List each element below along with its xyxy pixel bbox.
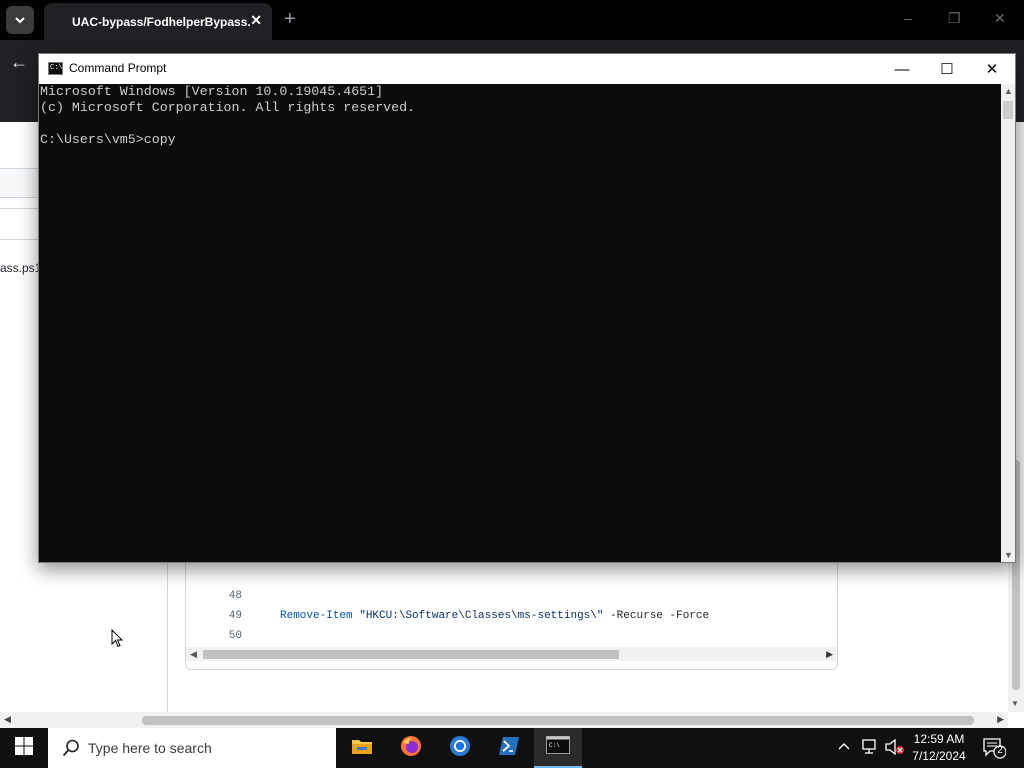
tab-list-button[interactable]	[6, 6, 34, 34]
taskbar-search-box[interactable]: Type here to search	[48, 728, 336, 768]
scroll-up-icon[interactable]: ▲	[1004, 86, 1013, 96]
taskbar-command-prompt[interactable]: C:\	[534, 728, 582, 768]
scrollbar-thumb[interactable]	[142, 716, 974, 725]
console-vertical-scrollbar[interactable]: ▲ ▼	[1001, 84, 1015, 562]
cmd-app-icon: C:\	[48, 62, 63, 75]
tray-chevron-up-icon[interactable]	[838, 738, 850, 753]
taskbar-powershell[interactable]	[485, 728, 533, 768]
console-line: Microsoft Windows [Version 10.0.19045.46…	[40, 84, 384, 99]
minimize-button[interactable]: —	[879, 54, 925, 84]
page-horizontal-scrollbar[interactable]: ◀ ▶	[0, 712, 1008, 728]
new-tab-button[interactable]: +	[284, 8, 296, 30]
console-prompt-line[interactable]: C:\Users\vm5>copy	[40, 132, 1001, 148]
scrollbar-thumb[interactable]	[203, 650, 619, 659]
file-explorer-icon	[351, 737, 373, 760]
chevron-down-icon	[15, 13, 25, 27]
code-line: 51	[186, 626, 837, 662]
firefox-icon	[400, 735, 422, 762]
close-tab-icon[interactable]: ✕	[250, 12, 262, 29]
browser-close-button[interactable]: ✕	[994, 10, 1006, 27]
close-button[interactable]: ✕	[969, 54, 1015, 84]
scroll-left-icon[interactable]: ◀	[4, 714, 11, 725]
scroll-down-icon[interactable]: ▼	[1004, 550, 1013, 560]
clock-time: 12:59 AM	[913, 732, 965, 746]
code-line: 49	[186, 586, 837, 622]
file-tree-item[interactable]: ass.ps1	[0, 261, 41, 275]
search-icon	[62, 739, 80, 762]
powershell-icon	[498, 736, 520, 761]
back-button[interactable]: ←	[10, 52, 28, 73]
notification-center-button[interactable]: 2	[982, 737, 1007, 764]
clock-date: 7/12/2024	[912, 749, 966, 763]
scroll-left-icon[interactable]: ◀	[190, 649, 197, 660]
browser-restore-button[interactable]: ❐	[948, 10, 961, 27]
system-clock[interactable]: 12:59 AM 7/12/2024	[904, 731, 974, 765]
scroll-right-icon[interactable]: ▶	[826, 649, 833, 660]
notification-count: 2	[997, 745, 1003, 756]
taskbar: Type here to search C:\ 12:59 AM 7/12/20…	[0, 728, 1024, 768]
browser-tab-bar: UAC-bypass/FodhelperBypass. ✕ + – ❐ ✕	[0, 0, 1024, 40]
cmd-icon: C:\	[546, 735, 570, 759]
code-horizontal-scrollbar[interactable]: ◀ ▶	[186, 647, 837, 661]
volume-muted-icon[interactable]	[885, 738, 905, 760]
scrollbar-thumb[interactable]	[1003, 101, 1013, 119]
browser-minimize-button[interactable]: –	[904, 10, 912, 26]
network-icon[interactable]	[862, 739, 880, 760]
scroll-down-icon[interactable]: ▼	[1011, 699, 1019, 708]
svg-text:C:\: C:\	[549, 742, 560, 749]
search-placeholder: Type here to search	[88, 740, 212, 756]
chrome-icon	[449, 735, 471, 762]
command-prompt-window[interactable]: C:\ Command Prompt — ☐ ✕ Microsoft Windo…	[38, 53, 1016, 563]
maximize-button[interactable]: ☐	[924, 54, 970, 84]
browser-tab-title: UAC-bypass/FodhelperBypass.	[72, 14, 251, 29]
taskbar-chrome[interactable]	[436, 728, 484, 768]
scroll-right-icon[interactable]: ▶	[997, 714, 1004, 725]
code-line: 48 Remove-Item "HKCU:\Software\Classes\m…	[186, 566, 837, 622]
console-output[interactable]: Microsoft Windows [Version 10.0.19045.46…	[39, 84, 1001, 562]
start-button[interactable]	[0, 728, 48, 768]
window-title: Command Prompt	[69, 61, 167, 75]
browser-tab[interactable]: UAC-bypass/FodhelperBypass. ✕	[44, 3, 272, 40]
windows-logo-icon	[15, 736, 33, 760]
code-line: 50 }	[186, 606, 837, 662]
console-line: (c) Microsoft Corporation. All rights re…	[40, 100, 416, 115]
taskbar-firefox[interactable]	[387, 728, 435, 768]
taskbar-file-explorer[interactable]	[338, 728, 386, 768]
cmd-title-bar[interactable]: C:\ Command Prompt — ☐ ✕	[39, 54, 1015, 84]
mouse-pointer-icon	[111, 628, 124, 654]
